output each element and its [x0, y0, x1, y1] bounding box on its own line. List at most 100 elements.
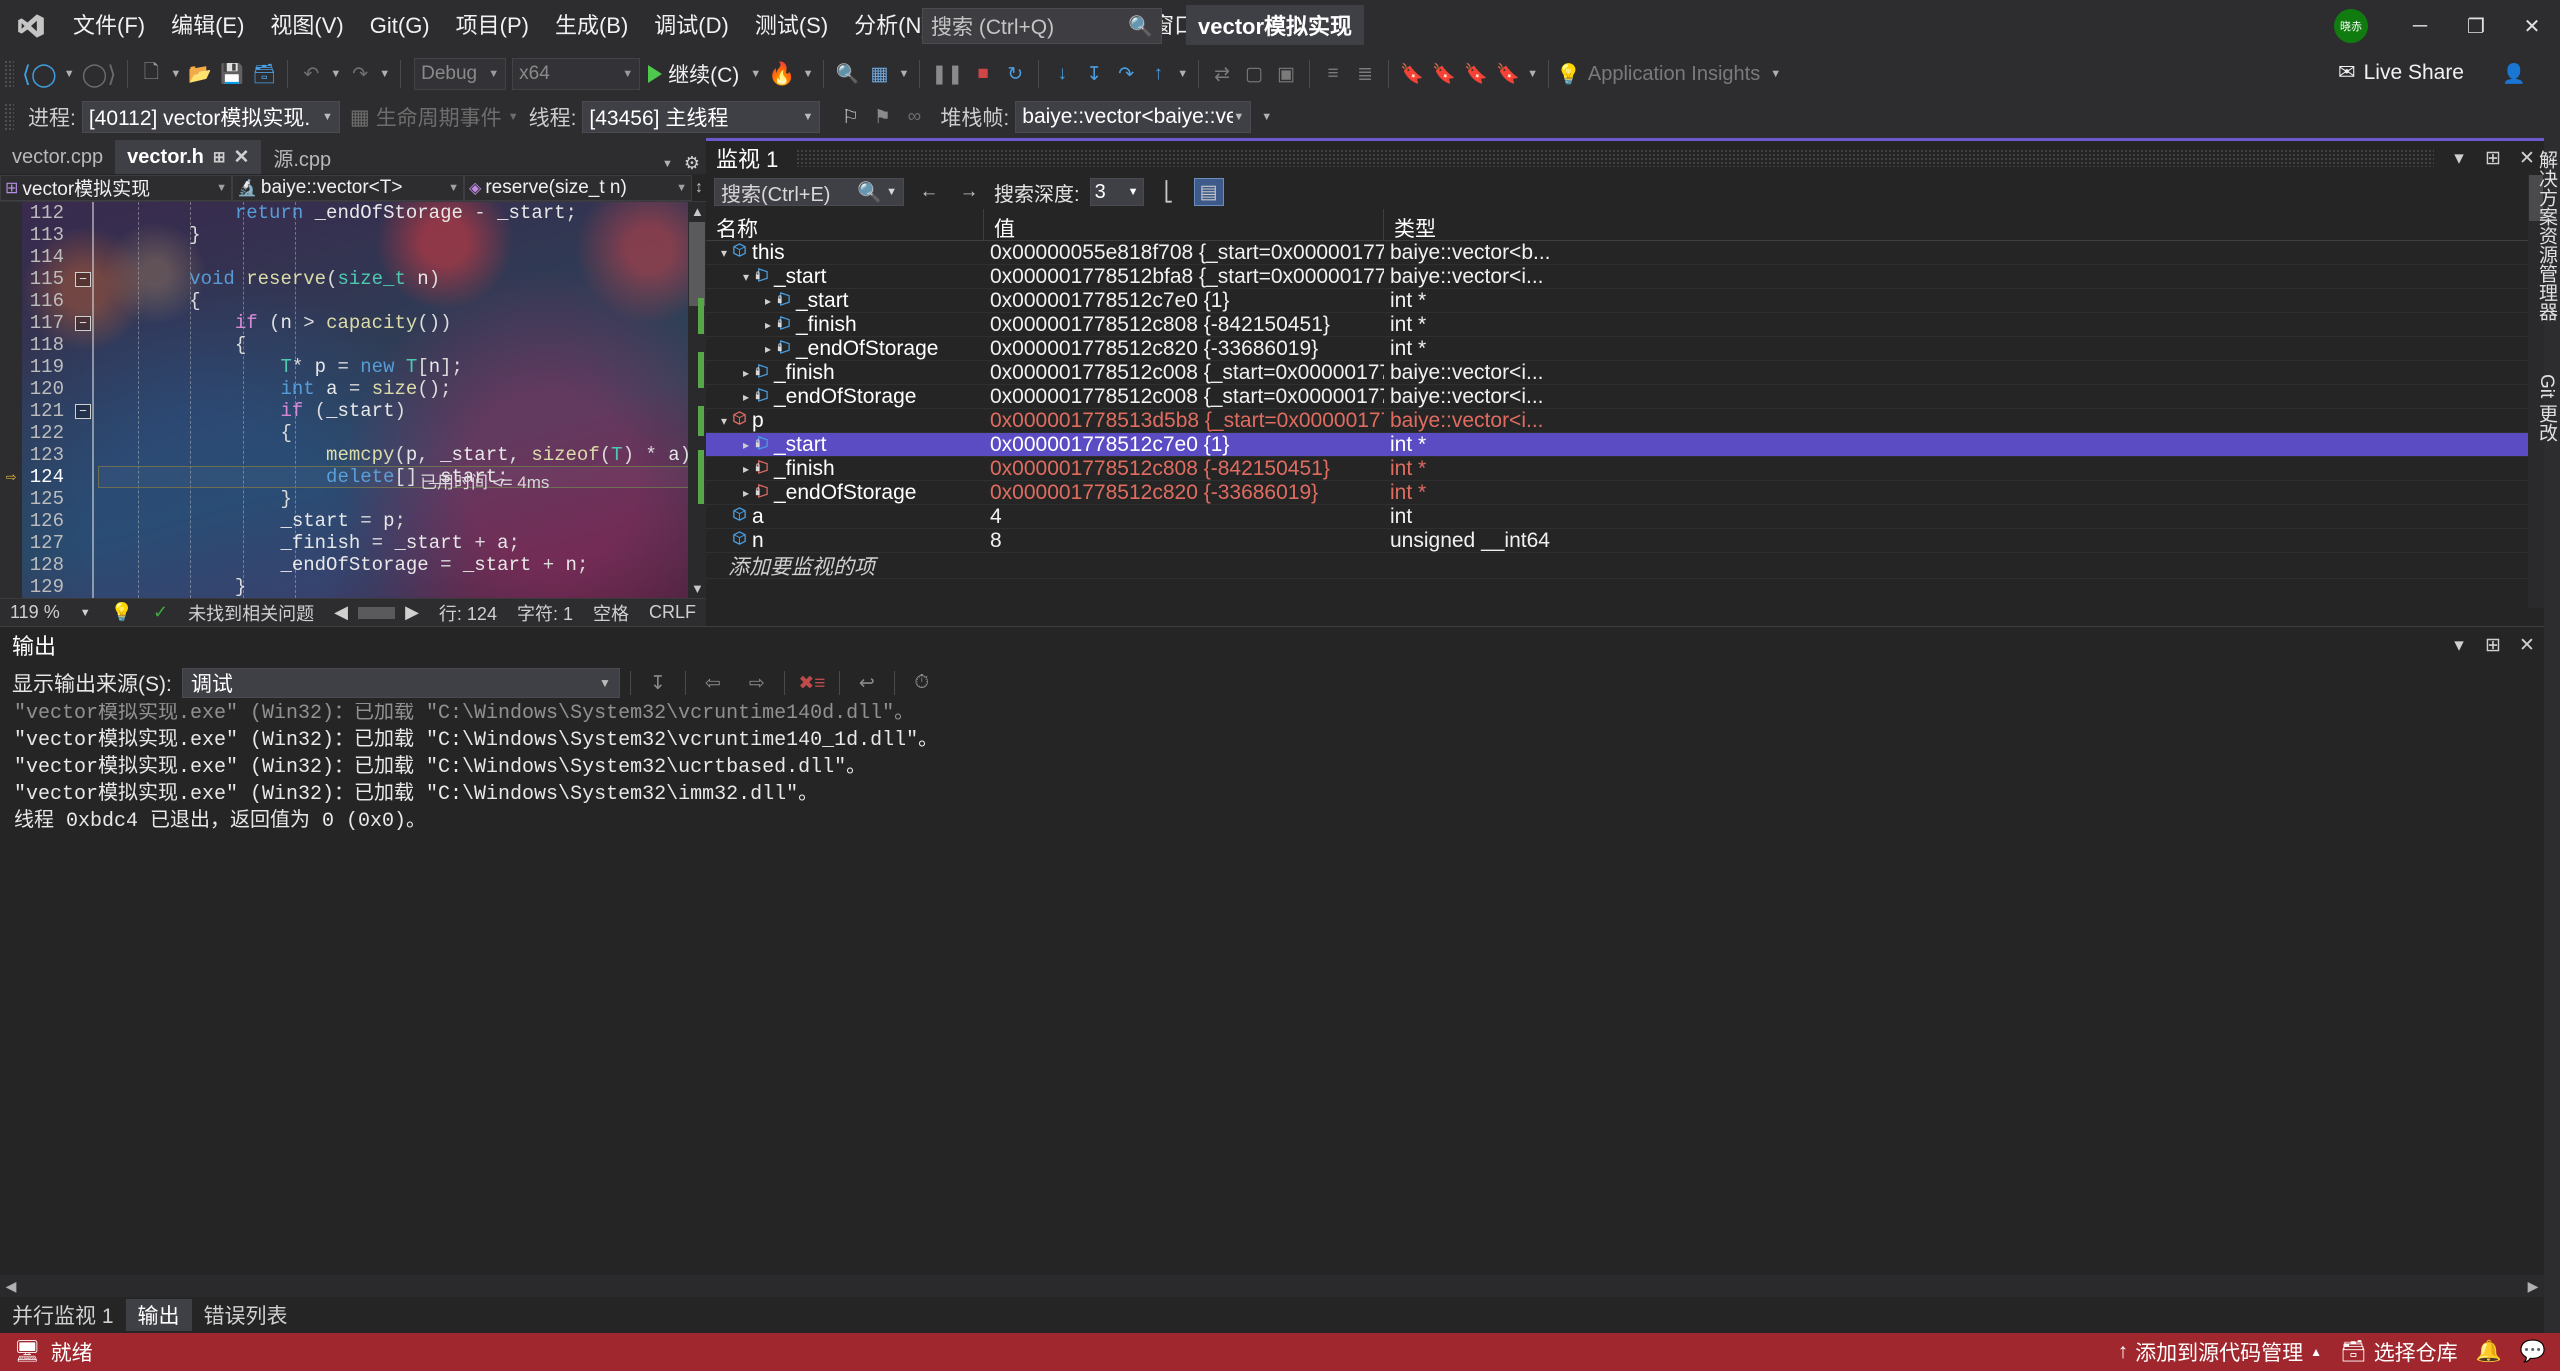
code-line-129[interactable]: 129 }	[0, 576, 706, 598]
watch-row[interactable]: ▸ _endOfStorage 0x000001778512c820 {-33686…	[706, 337, 2544, 361]
watch-name-cell[interactable]: ▸ _endOfStorage	[706, 385, 984, 409]
editor-zoom-level[interactable]: 119 %	[0, 602, 70, 623]
restore-button[interactable]: ❐	[2448, 0, 2504, 52]
code-line-128[interactable]: 128 _endOfStorage = _start + n;	[0, 554, 706, 576]
undo-icon[interactable]: ↶	[295, 58, 327, 90]
pin-icon[interactable]: ⊞	[213, 148, 226, 166]
line-ending[interactable]: CRLF	[639, 602, 706, 623]
watch-name-cell[interactable]: ▸ _endOfStorage	[706, 337, 984, 361]
clear-bookmark-icon[interactable]: 🔖	[1492, 58, 1524, 90]
watch-row[interactable]: ▸ _start 0x000001778512c7e0 {1} int *	[706, 289, 2544, 313]
output-hscroll-left-icon[interactable]: ◀	[0, 1278, 22, 1295]
watch-value-cell[interactable]: 0x000001778512c008 {_start=0x00000177fdf…	[984, 361, 1384, 385]
output-minimize-icon[interactable]: ▾	[2442, 628, 2476, 662]
code-line-115[interactable]: 115− void reserve(size_t n)	[0, 268, 706, 290]
tab-vector-cpp[interactable]: vector.cpp	[0, 140, 116, 174]
watch-name-cell[interactable]: ▾ _start	[706, 265, 984, 289]
code-line-113[interactable]: 113 }	[0, 224, 706, 246]
watch-value-cell[interactable]: 0x000001778512c808 {-842150451}	[984, 313, 1384, 337]
watch-value-cell[interactable]: 0x000001778512c7e0 {1}	[984, 433, 1384, 457]
code-line-122[interactable]: 122 {	[0, 422, 706, 444]
flag-filter-icon[interactable]: ⚑	[866, 101, 898, 133]
expand-twisty-icon[interactable]: ▾	[738, 270, 754, 284]
watch-row[interactable]: ▾p0x000001778513d5b8 {_start=0x000001778…	[706, 409, 2544, 433]
navigate-forward-icon[interactable]: ◯⟩	[78, 58, 121, 90]
watch-row[interactable]: ▾ _start 0x000001778512bfa8 {_start=0x0000…	[706, 265, 2544, 289]
watch-search-caret-icon[interactable]: ▼	[886, 186, 897, 198]
split-view-icon[interactable]: ↕	[692, 179, 706, 197]
output-close-icon[interactable]: ✕	[2510, 628, 2544, 662]
bookmark-icon[interactable]: 🔖	[1396, 58, 1428, 90]
output-find-message-icon[interactable]: ↧	[641, 668, 675, 698]
watch-name-cell[interactable]: ▸ _endOfStorage	[706, 481, 984, 505]
watch-value-cell[interactable]: 0x000001778513d5b8 {_start=0x00000177851…	[984, 409, 1384, 433]
prev-bookmark-icon[interactable]: 🔖	[1428, 58, 1460, 90]
save-icon[interactable]: 💾	[216, 58, 248, 90]
code-line-114[interactable]: 114	[0, 246, 706, 268]
watch-value-cell[interactable]: 0x000001778512c7e0 {1}	[984, 289, 1384, 313]
step-caret-icon[interactable]: ▼	[1177, 68, 1188, 80]
output-go-next-icon[interactable]: ⇨	[740, 668, 774, 698]
watch-depth-combo[interactable]: 3 ▼	[1089, 178, 1144, 206]
watch-search-next-icon[interactable]: →	[954, 178, 984, 206]
expand-twisty-icon[interactable]: ▸	[738, 462, 754, 476]
watch-pin-icon[interactable]: ⊞	[2476, 141, 2510, 175]
code-line-112[interactable]: 112 return _endOfStorage - _start;	[0, 202, 706, 224]
thread-link-icon[interactable]: ∞	[898, 101, 930, 133]
output-hscroll-right-icon[interactable]: ▶	[2522, 1278, 2544, 1295]
nav-class-combo[interactable]: 🔬 baiye::vector<T> ▼	[232, 174, 464, 201]
output-go-prev-icon[interactable]: ⇦	[696, 668, 730, 698]
watch-hex-display-icon[interactable]: ▤	[1193, 178, 1224, 206]
watch-value-cell[interactable]: 0x000001778512c808 {-842150451}	[984, 457, 1384, 481]
tab-yuan-cpp[interactable]: 源.cpp	[261, 140, 344, 174]
watch-row[interactable]: ▸ _finish 0x000001778512c008 {_start=0x000…	[706, 361, 2544, 385]
process-combo[interactable]: [40112] vector模拟实现. ▼	[81, 101, 340, 133]
code-line-116[interactable]: 116 {	[0, 290, 706, 312]
expand-twisty-icon[interactable]: ▸	[738, 366, 754, 380]
watch-value-cell[interactable]: 0x000001778512c820 {-33686019}	[984, 337, 1384, 361]
attach-to-process-icon[interactable]: 🔍	[831, 58, 863, 90]
code-line-125[interactable]: 125 }	[0, 488, 706, 510]
menu-project[interactable]: 项目(P)	[443, 0, 542, 52]
hscroll-right-arrow-icon[interactable]: ▶	[395, 602, 429, 623]
output-pin-icon[interactable]: ⊞	[2476, 628, 2510, 662]
live-share-user-icon[interactable]: 👤	[2498, 58, 2530, 90]
tab-parallel-watch[interactable]: 并行监视 1	[0, 1299, 126, 1331]
hot-reload-icon[interactable]: 🔥	[764, 58, 799, 90]
watch-name-cell[interactable]: ▸ _finish	[706, 457, 984, 481]
redo-icon[interactable]: ↷	[344, 58, 376, 90]
code-line-123[interactable]: 123 memcpy(p, _start, sizeof(T) * a);	[0, 444, 706, 466]
build-platform-combo[interactable]: x64 ▼	[512, 58, 641, 90]
menu-file[interactable]: 文件(F)	[60, 0, 158, 52]
watch-value-cell[interactable]: 8	[984, 529, 1384, 553]
back-dropdown-caret-icon[interactable]: ▼	[64, 68, 75, 80]
new-item-caret-icon[interactable]: ▼	[170, 68, 181, 80]
output-toggle-wordwrap-icon[interactable]: ↩	[850, 668, 884, 698]
menu-test[interactable]: 测试(S)	[742, 0, 841, 52]
stack-caret-icon[interactable]: ▼	[898, 68, 909, 80]
toolbar-grip[interactable]	[4, 60, 14, 88]
watch-row[interactable]: ▸ _endOfStorage 0x000001778512c820 {-33686…	[706, 481, 2544, 505]
bookmark-caret-icon[interactable]: ▼	[1527, 68, 1538, 80]
watch-column-type[interactable]: 类型	[1384, 209, 2544, 241]
watch-value-cell[interactable]: 0x000001778512c820 {-33686019}	[984, 481, 1384, 505]
expand-twisty-icon[interactable]: ▸	[760, 342, 776, 356]
context-overflow-icon[interactable]: ▼	[1261, 111, 1272, 123]
expand-twisty-icon[interactable]: ▸	[760, 318, 776, 332]
code-line-119[interactable]: 119 T* p = new T[n];	[0, 356, 706, 378]
close-icon[interactable]: ✕	[233, 146, 249, 169]
notifications-button[interactable]: 🔔	[2476, 1340, 2502, 1364]
watch-name-cell[interactable]: ▸ _start	[706, 433, 984, 457]
context-bar-grip[interactable]	[4, 103, 14, 131]
diff-icon[interactable]: ⇄	[1206, 58, 1238, 90]
tab-error-list[interactable]: 错误列表	[192, 1299, 300, 1331]
watch-row[interactable]: n 8 unsigned __int64	[706, 529, 2544, 553]
output-log-body[interactable]: "vector模拟实现.exe" (Win32)：已加载 "C:\Windows…	[0, 703, 2544, 1271]
outdent-icon[interactable]: ≣	[1349, 58, 1381, 90]
code-line-117[interactable]: 117− if (n > capacity())	[0, 312, 706, 334]
comment-icon[interactable]: ▢	[1238, 58, 1270, 90]
step-over-icon[interactable]: ↷	[1110, 58, 1142, 90]
continue-button[interactable]: 继续(C)	[640, 58, 747, 90]
watch-value-cell[interactable]: 0x00000055e818f708 {_start=0x00000177851…	[984, 241, 1384, 265]
indent-icon[interactable]: ≡	[1317, 58, 1349, 90]
